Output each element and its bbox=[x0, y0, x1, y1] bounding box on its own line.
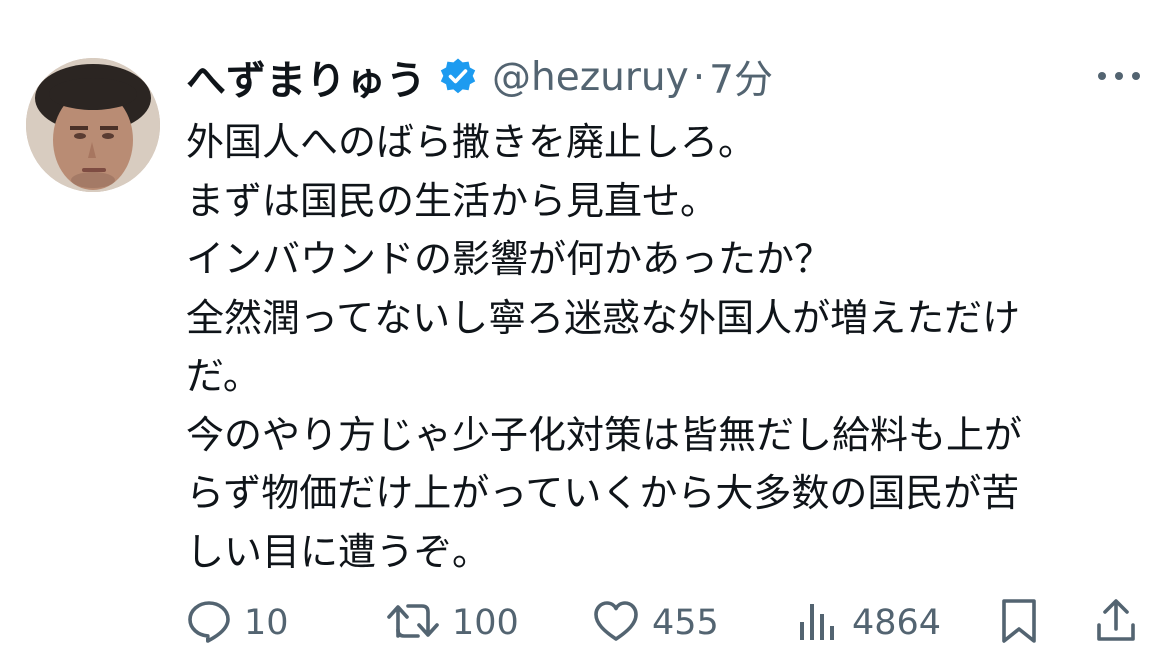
reply-icon bbox=[186, 598, 232, 648]
tweet-text-line: しい目に遭うぞ。 bbox=[186, 529, 491, 574]
user-handle[interactable]: @hezuruy bbox=[492, 55, 689, 100]
tweet-text-line: 全然潤ってないし寧ろ迷惑な外国人が増えただけ bbox=[186, 295, 1021, 340]
more-icon[interactable] bbox=[1096, 66, 1142, 86]
tweet-text: 外国人へのばら撒きを廃止しろ。 まずは国民の生活から見直せ。 インバウンドの影響… bbox=[186, 113, 1126, 581]
tweet-text-line: らず物価だけ上がっていくから大多数の国民が苦 bbox=[186, 471, 1020, 515]
tweet-text-line: 外国人へのばら撒きを廃止しろ。 bbox=[186, 120, 757, 164]
like-button[interactable]: 455 bbox=[592, 598, 719, 648]
like-count: 455 bbox=[652, 603, 719, 643]
heart-icon bbox=[592, 598, 640, 648]
verified-badge-icon[interactable] bbox=[438, 57, 478, 97]
views-count: 4864 bbox=[852, 603, 942, 643]
tweet-text-line: まずは国民の生活から見直せ。 bbox=[186, 178, 719, 223]
tweet-text-line: 今のやり方じゃ少子化対策は皆無だし給料も上が bbox=[186, 412, 1023, 457]
tweet-text-line: だ。 bbox=[186, 354, 261, 398]
retweet-count: 100 bbox=[452, 603, 519, 643]
tweet-header: へずまりゅう @hezuruy · 7分 bbox=[186, 49, 773, 105]
display-name[interactable]: へずまりゅう bbox=[186, 48, 426, 106]
bookmark-icon bbox=[998, 597, 1040, 649]
retweet-icon bbox=[386, 598, 440, 648]
separator-dot: · bbox=[692, 54, 706, 100]
reply-count: 10 bbox=[244, 603, 289, 643]
retweet-button[interactable]: 100 bbox=[386, 598, 519, 648]
bookmark-button[interactable] bbox=[998, 598, 1040, 648]
views-button[interactable]: 4864 bbox=[796, 598, 941, 648]
views-icon bbox=[796, 598, 840, 648]
reply-button[interactable]: 10 bbox=[186, 598, 289, 648]
share-button[interactable] bbox=[1094, 598, 1138, 648]
timestamp[interactable]: 7分 bbox=[709, 49, 773, 105]
tweet-text-line: インバウンドの影響が何かあったか？ bbox=[186, 237, 833, 281]
action-bar: 10 100 455 4864 bbox=[0, 598, 1170, 648]
avatar[interactable] bbox=[26, 58, 160, 192]
share-icon bbox=[1094, 597, 1138, 649]
